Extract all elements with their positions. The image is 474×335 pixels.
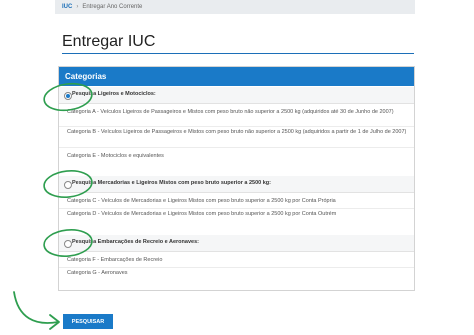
annotation-circle-1	[43, 82, 93, 112]
annotation-arrow	[13, 291, 59, 324]
annotation-overlay	[13, 82, 93, 330]
annotation-circle-2	[43, 170, 93, 198]
annotation-circle-3	[43, 229, 93, 257]
